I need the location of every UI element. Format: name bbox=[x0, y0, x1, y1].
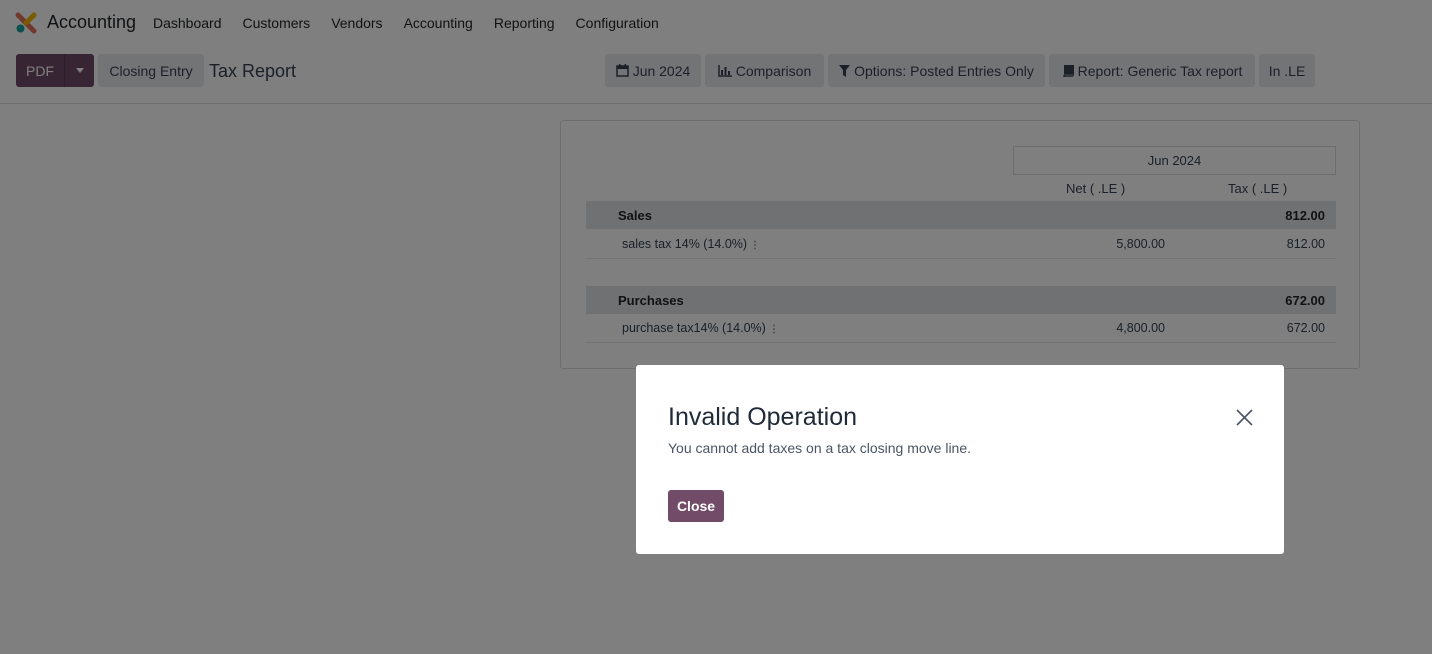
error-dialog: Invalid Operation You cannot add taxes o… bbox=[636, 365, 1284, 554]
close-icon[interactable] bbox=[1236, 409, 1253, 426]
dialog-message: You cannot add taxes on a tax closing mo… bbox=[668, 440, 972, 456]
close-button[interactable]: Close bbox=[668, 490, 724, 522]
dialog-title: Invalid Operation bbox=[668, 403, 858, 431]
modal-backdrop[interactable] bbox=[0, 0, 1432, 654]
